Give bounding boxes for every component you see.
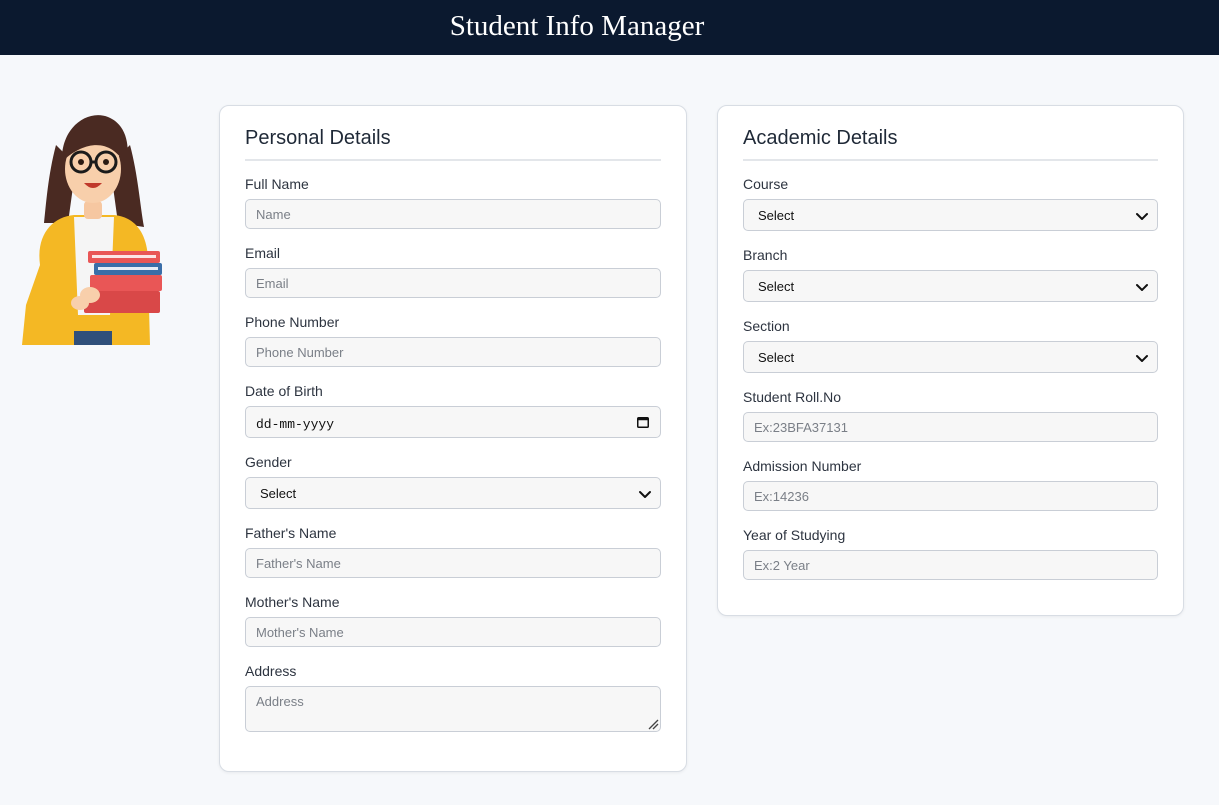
top-bar: Student Info Manager <box>0 0 1219 55</box>
title-divider <box>743 159 1158 161</box>
roll-number-input[interactable] <box>743 412 1158 442</box>
chevron-down-icon <box>1136 355 1148 362</box>
gender-selected-value: Select <box>260 486 297 501</box>
admission-number-label: Admission Number <box>743 458 862 474</box>
section-select[interactable]: Select <box>743 341 1158 373</box>
app-title: Student Info Manager <box>449 10 705 42</box>
academic-details-card: Academic Details Course Select Branch Se… <box>717 105 1184 616</box>
father-name-input[interactable] <box>245 548 661 578</box>
roll-number-label: Student Roll.No <box>743 389 842 405</box>
branch-select[interactable]: Select <box>743 270 1158 302</box>
gender-label: Gender <box>245 454 292 470</box>
phone-input[interactable] <box>245 337 661 367</box>
branch-selected-value: Select <box>758 279 795 294</box>
year-of-studying-label: Year of Studying <box>743 527 846 543</box>
personal-details-card: Personal Details Full Name Email Phone N… <box>219 105 687 772</box>
course-selected-value: Select <box>758 208 795 223</box>
course-select[interactable]: Select <box>743 199 1158 231</box>
personal-details-title: Personal Details <box>245 127 391 149</box>
section-selected-value: Select <box>758 350 795 365</box>
email-label: Email <box>245 245 281 261</box>
chevron-down-icon <box>1136 213 1148 220</box>
year-of-studying-input[interactable] <box>743 550 1158 580</box>
chevron-down-icon <box>639 491 651 498</box>
address-textarea[interactable] <box>245 686 661 732</box>
phone-label: Phone Number <box>245 314 340 330</box>
course-label: Course <box>743 176 789 192</box>
section-label: Section <box>743 318 790 334</box>
mother-name-input[interactable] <box>245 617 661 647</box>
student-illustration <box>18 105 168 347</box>
mother-name-label: Mother's Name <box>245 594 340 610</box>
dob-label: Date of Birth <box>245 383 323 399</box>
full-name-input[interactable] <box>245 199 661 229</box>
academic-details-title: Academic Details <box>743 127 898 149</box>
dob-value: dd-mm-yyyy <box>256 417 335 432</box>
branch-label: Branch <box>743 247 788 263</box>
father-name-label: Father's Name <box>245 525 337 541</box>
full-name-label: Full Name <box>245 176 309 192</box>
chevron-down-icon <box>1136 284 1148 291</box>
gender-select[interactable]: Select <box>245 477 661 509</box>
calendar-icon[interactable] <box>637 416 649 428</box>
title-divider <box>245 159 661 161</box>
resize-handle-icon[interactable] <box>647 718 659 730</box>
admission-number-input[interactable] <box>743 481 1158 511</box>
address-label: Address <box>245 663 297 679</box>
email-input[interactable] <box>245 268 661 298</box>
dob-date-input[interactable]: dd-mm-yyyy <box>245 406 661 438</box>
